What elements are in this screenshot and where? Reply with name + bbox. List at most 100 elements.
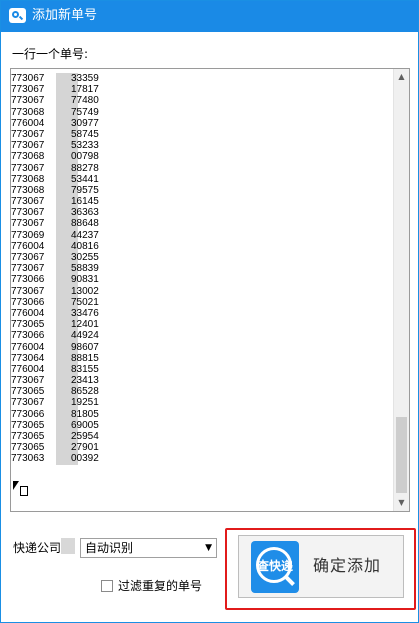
- tracking-number-line: 773068 53441: [11, 173, 396, 185]
- tracking-suffix: 69005: [71, 419, 99, 431]
- tracking-prefix: 773067: [11, 162, 45, 174]
- scroll-down-button[interactable]: ▼: [394, 495, 409, 511]
- tracking-number-line: 773067 53233: [11, 140, 396, 152]
- scroll-up-button[interactable]: ▲: [394, 69, 409, 85]
- tracking-prefix: 773068: [11, 151, 45, 163]
- tracking-number-line: 773065 69005: [11, 419, 396, 431]
- window-title: 添加新单号: [32, 8, 98, 23]
- tracking-suffix: 12401: [71, 319, 99, 331]
- tracking-prefix: 773066: [11, 274, 45, 286]
- tracking-suffix: 16145: [71, 196, 99, 208]
- tracking-suffix: 13002: [71, 285, 99, 297]
- tracking-number-line: 773067 88648: [11, 218, 396, 230]
- tracking-suffix: 75021: [71, 296, 99, 308]
- vertical-scrollbar[interactable]: ▲ ▼: [393, 69, 409, 511]
- add-tracking-window: 添加新单号 一行一个单号: 773067 33359 773067 17817 7730…: [0, 0, 419, 623]
- tracking-suffix: 88278: [71, 162, 99, 174]
- tracking-number-line: 773065 12401: [11, 319, 396, 331]
- tracking-suffix: 30255: [71, 252, 99, 263]
- tracking-prefix: 773066: [11, 330, 45, 342]
- tracking-prefix: 773065: [11, 386, 45, 398]
- tracking-suffix: 58839: [71, 263, 99, 275]
- tracking-number-line: 773069 44237: [11, 229, 396, 241]
- tracking-number-line: 776004 33476: [11, 307, 396, 320]
- tracking-number-line: 773067 30255: [11, 252, 396, 264]
- tracking-lines: 773067 33359 773067 17817 773067 77480 773068 7…: [11, 73, 396, 465]
- logo-text: 查快递: [256, 559, 293, 573]
- tracking-number-line: 773066 90831: [11, 274, 396, 286]
- tracking-prefix: 773065: [11, 431, 45, 442]
- tracking-number-line: 773065 27901: [11, 442, 396, 454]
- kuaidi-logo-icon: 查快递: [251, 541, 299, 593]
- tracking-suffix: 75749: [71, 106, 99, 118]
- pointer-with-document-icon: [13, 481, 29, 497]
- courier-label: 快递公司:: [13, 541, 66, 555]
- tracking-prefix: 773067: [11, 397, 45, 409]
- dedupe-checkbox[interactable]: [101, 580, 113, 592]
- tracking-number-line: 776004 98607: [11, 341, 396, 353]
- tracking-prefix: 773067: [11, 196, 45, 208]
- tracking-number-line: 773067 13002: [11, 285, 396, 297]
- tracking-suffix: 98607: [71, 341, 99, 353]
- tracking-number-line: 773067 23413: [11, 375, 396, 387]
- tracking-suffix: 40816: [71, 240, 99, 252]
- tracking-number-line: 773063 00392: [11, 453, 396, 465]
- tracking-number-line: 773068 00798: [11, 151, 396, 163]
- tracking-prefix: 776004: [11, 307, 45, 319]
- tracking-prefix: 776004: [11, 363, 45, 375]
- magnifier-icon: [9, 8, 26, 23]
- tracking-suffix: 53233: [71, 140, 99, 152]
- tracking-prefix: 773067: [11, 84, 45, 96]
- tracking-prefix: 773068: [11, 106, 45, 118]
- tracking-suffix: 44924: [71, 330, 99, 342]
- tracking-prefix: 773065: [11, 442, 45, 454]
- tracking-suffix: 17817: [71, 84, 99, 96]
- tracking-number-line: 773067 58839: [11, 263, 396, 275]
- tracking-prefix: 773067: [11, 128, 45, 140]
- tracking-number-line: 773067 19251: [11, 397, 396, 409]
- tracking-prefix: 776004: [11, 240, 45, 252]
- tracking-prefix: 773068: [11, 184, 45, 196]
- courier-select[interactable]: 自动识别 ▼: [80, 538, 217, 558]
- tracking-suffix: 77480: [71, 95, 99, 107]
- scroll-thumb[interactable]: [396, 417, 407, 493]
- tracking-suffix: 88815: [71, 352, 99, 364]
- tracking-prefix: 773069: [11, 229, 45, 241]
- confirm-add-button[interactable]: 查快递 确定添加: [238, 535, 404, 598]
- tracking-suffix: 30977: [71, 117, 99, 129]
- tracking-prefix: 773067: [11, 375, 45, 387]
- redacted-block: [61, 538, 75, 554]
- courier-select-value: 自动识别: [85, 541, 134, 555]
- tracking-prefix: 773067: [11, 207, 45, 219]
- tracking-suffix: 23413: [71, 375, 99, 387]
- tracking-prefix: 773067: [11, 252, 45, 263]
- tracking-suffix: 90831: [71, 274, 99, 286]
- tracking-number-line: 773067 16145: [11, 196, 396, 208]
- tracking-number-line: 773067 88278: [11, 162, 396, 174]
- tracking-suffix: 44237: [71, 229, 99, 241]
- title-bar: 添加新单号: [1, 1, 418, 32]
- tracking-numbers-textarea[interactable]: 773067 33359 773067 17817 773067 77480 773068 7…: [10, 68, 410, 512]
- tracking-number-line: 773067 77480: [11, 95, 396, 107]
- tracking-prefix: 773064: [11, 352, 45, 364]
- tracking-suffix: 33359: [71, 73, 99, 84]
- tracking-prefix: 773066: [11, 408, 45, 420]
- tracking-suffix: 00798: [71, 151, 99, 163]
- tracking-prefix: 776004: [11, 117, 45, 129]
- dedupe-checkbox-label: 过滤重复的单号: [118, 579, 203, 593]
- tracking-suffix: 36363: [71, 207, 99, 219]
- tracking-prefix: 773067: [11, 218, 45, 230]
- tracking-prefix: 776004: [11, 341, 45, 353]
- tracking-prefix: 773067: [11, 263, 45, 275]
- tracking-suffix: 81805: [71, 408, 99, 420]
- chevron-down-icon: ▼: [205, 543, 212, 553]
- tracking-number-line: 773064 88815: [11, 352, 396, 364]
- confirm-add-label: 确定添加: [313, 556, 382, 575]
- tracking-number-line: 773067 58745: [11, 128, 396, 141]
- tracking-suffix: 79575: [71, 184, 99, 196]
- tracking-number-line: 773065 25954: [11, 431, 396, 443]
- tracking-prefix: 773065: [11, 419, 45, 431]
- tracking-number-line: 773066 81805: [11, 408, 396, 420]
- tracking-prefix: 773067: [11, 140, 45, 152]
- tracking-number-line: 776004 40816: [11, 240, 396, 252]
